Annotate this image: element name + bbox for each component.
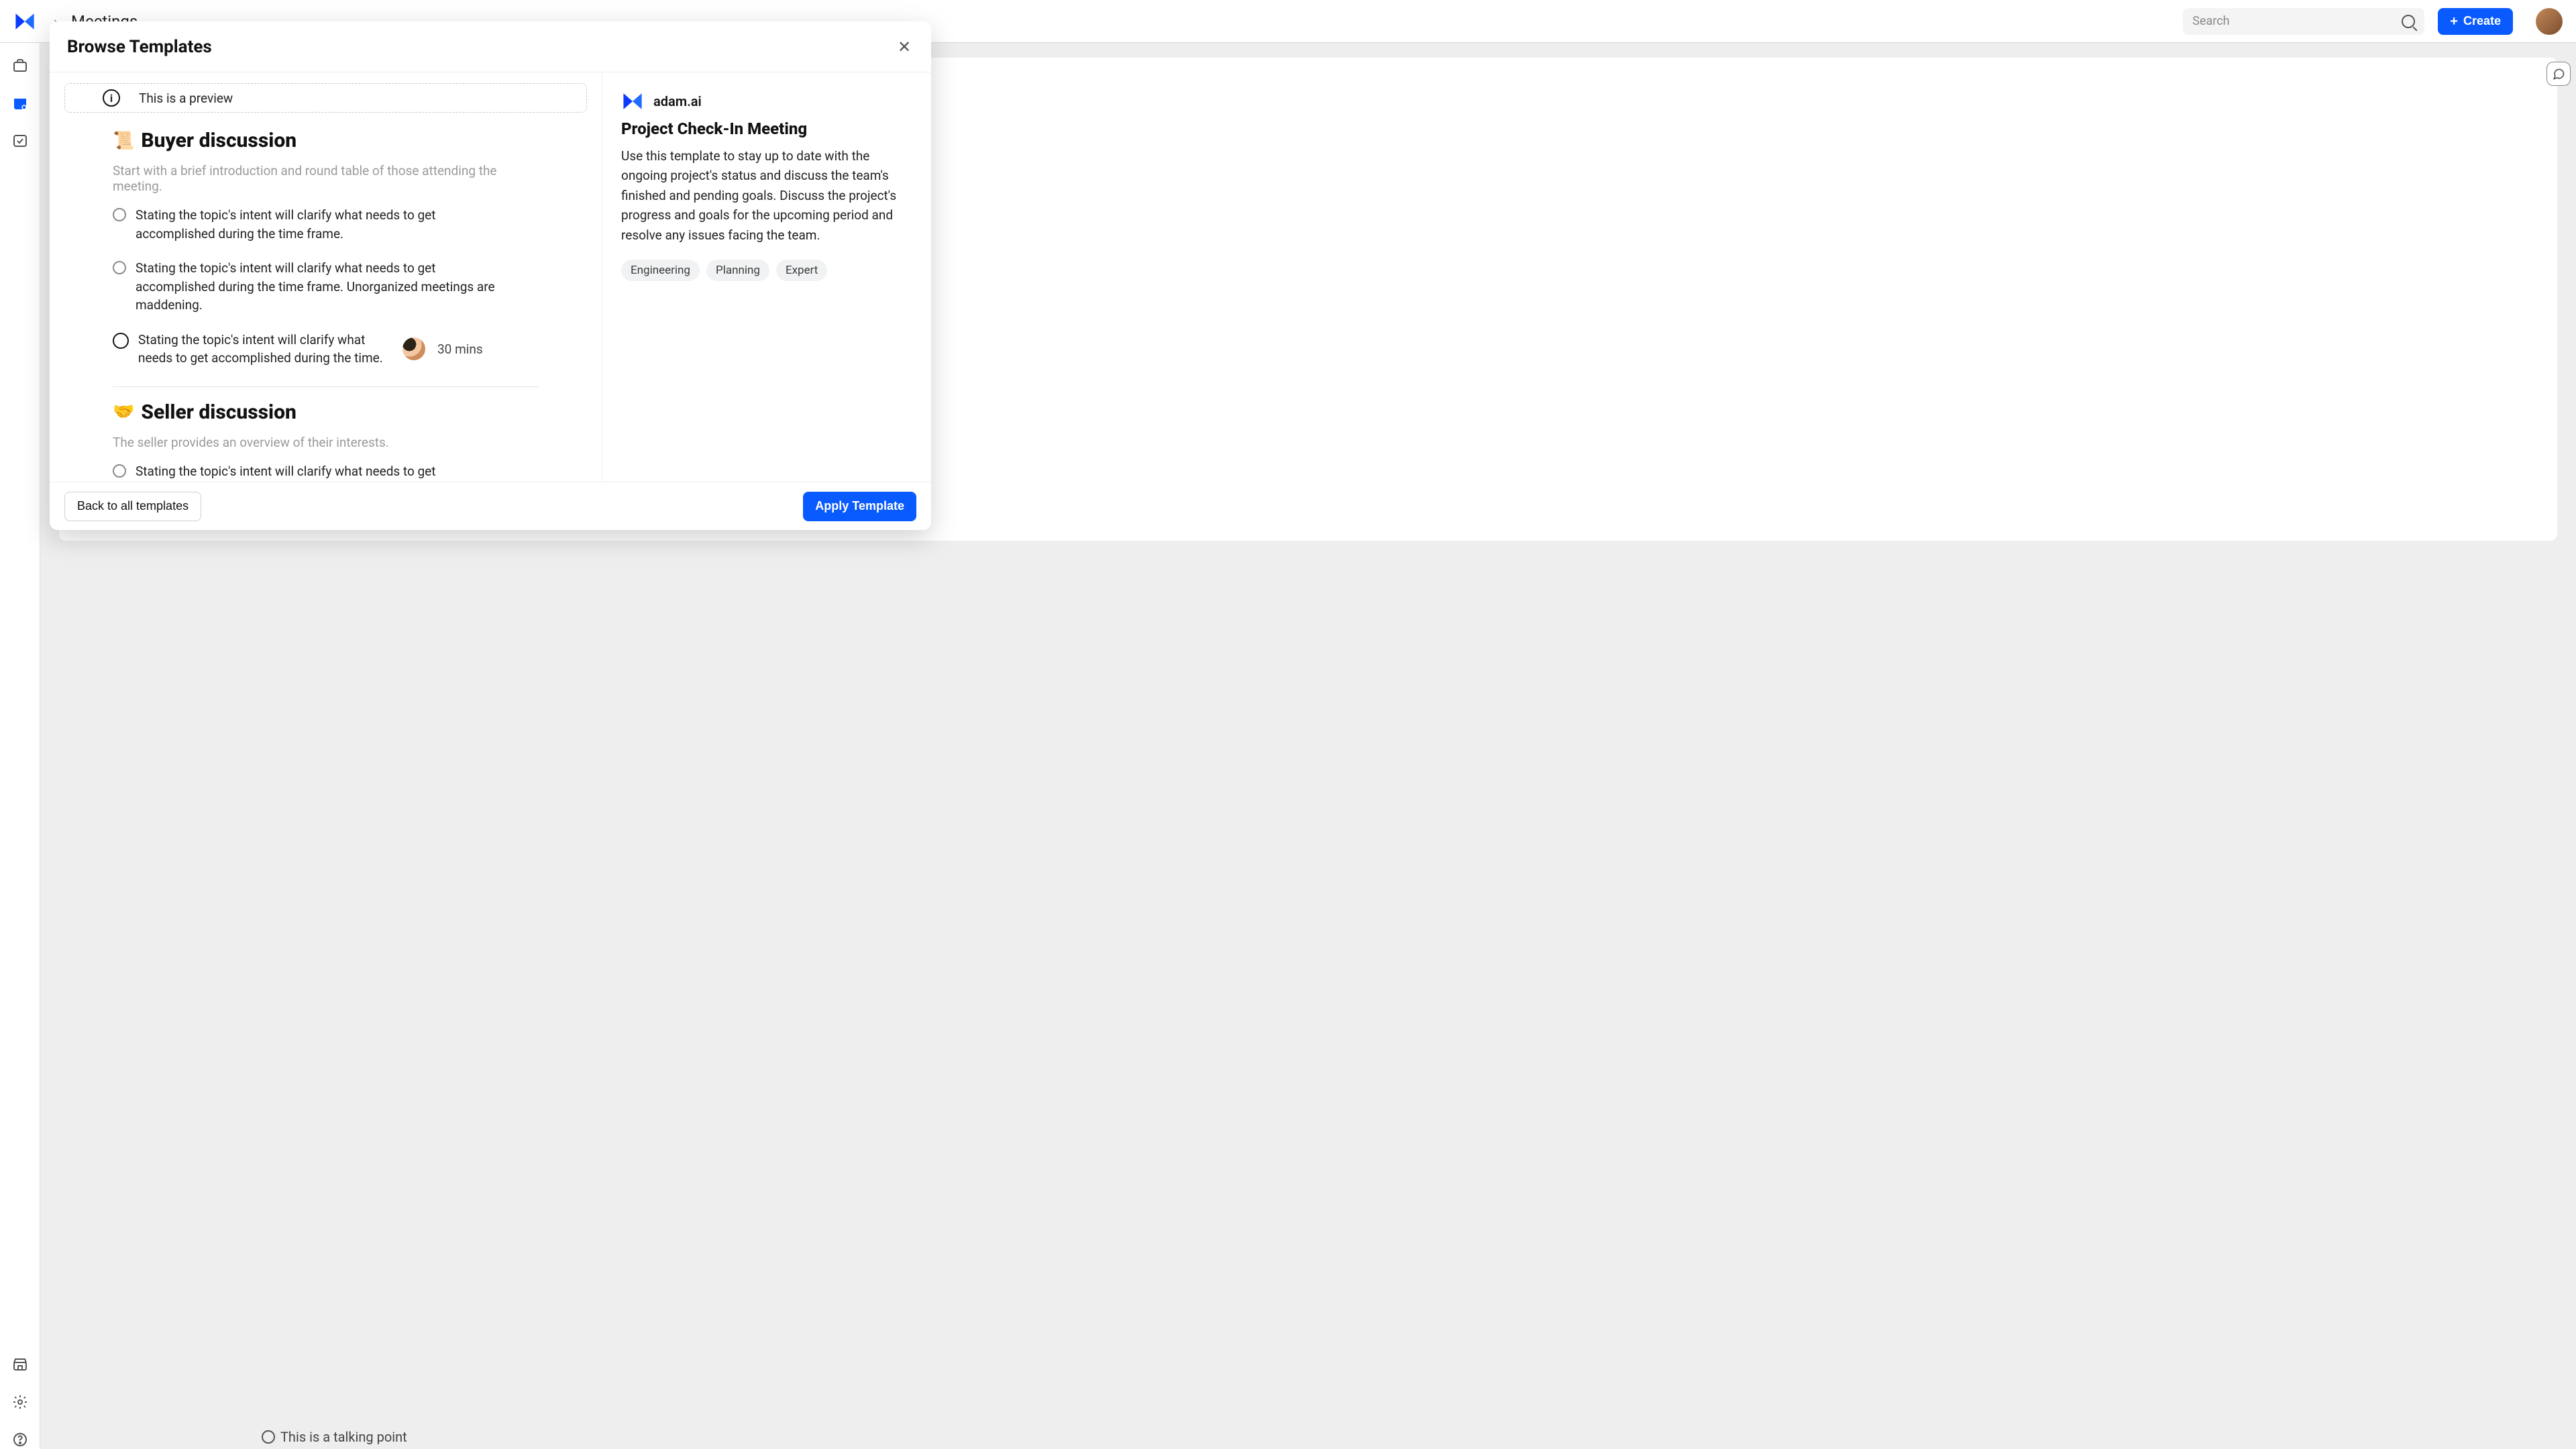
scroll-emoji-icon: 📜 <box>113 131 134 151</box>
tag[interactable]: Planning <box>706 260 769 281</box>
calendar-icon[interactable] <box>11 94 30 113</box>
bullet-duration: 30 mins <box>437 340 483 359</box>
template-preview-pane: i This is a preview 📜 Buyer discussion S… <box>50 72 602 482</box>
preview-banner-text: This is a preview <box>139 91 233 106</box>
plus-icon: + <box>2450 15 2458 28</box>
back-button[interactable]: Back to all templates <box>64 492 201 521</box>
modal-header: Browse Templates ✕ <box>50 21 931 72</box>
template-name: Project Check-In Meeting <box>621 119 912 138</box>
bullet-item: Stating the topic's intent will clarify … <box>113 206 539 243</box>
bullet-item: Stating the topic's intent will clarify … <box>113 331 539 368</box>
bullet-ring-icon <box>113 208 126 221</box>
bullet-text: Stating the topic's intent will clarify … <box>138 331 393 368</box>
left-nav <box>0 43 40 1449</box>
search-placeholder: Search <box>2192 14 2229 28</box>
briefcase-icon[interactable] <box>11 56 30 75</box>
bullet-ring-icon <box>113 333 129 349</box>
search-icon <box>2402 15 2415 28</box>
modal-title: Browse Templates <box>67 37 212 57</box>
template-info-pane: adam.ai Project Check-In Meeting Use thi… <box>602 72 931 482</box>
help-icon[interactable] <box>11 1430 30 1449</box>
info-icon: i <box>103 89 120 107</box>
brand-row: adam.ai <box>621 90 912 113</box>
back-button-label: Back to all templates <box>77 499 189 513</box>
assignee-avatar[interactable] <box>402 337 425 360</box>
bullet-text: Stating the topic's intent will clarify … <box>136 462 511 482</box>
preview-banner: i This is a preview <box>64 83 587 113</box>
template-description: Use this template to stay up to date wit… <box>621 146 912 245</box>
comment-icon[interactable] <box>2546 62 2571 86</box>
handshake-emoji-icon: 🤝 <box>113 402 134 422</box>
bullet-item: Stating the topic's intent will clarify … <box>113 259 539 315</box>
bullet-ring-icon <box>113 464 126 478</box>
apply-template-button[interactable]: Apply Template <box>803 492 916 521</box>
tag[interactable]: Expert <box>776 260 827 281</box>
apply-button-label: Apply Template <box>815 499 904 513</box>
bullet-list: Stating the topic's intent will clarify … <box>113 206 539 368</box>
checklist-icon[interactable] <box>11 131 30 150</box>
section-title: 🤝 Seller discussion <box>113 400 539 424</box>
bullet-text: Stating the topic's intent will clarify … <box>136 206 511 243</box>
tag-list: Engineering Planning Expert <box>621 260 912 281</box>
gear-icon[interactable] <box>11 1393 30 1411</box>
search-input[interactable]: Search <box>2183 8 2424 35</box>
section-title-text: Buyer discussion <box>141 129 297 152</box>
bullet-meta: 30 mins <box>402 331 483 368</box>
bullet-text: Stating the topic's intent will clarify … <box>136 259 511 315</box>
brand-name: adam.ai <box>653 93 702 109</box>
user-avatar[interactable] <box>2536 8 2563 35</box>
bullet-icon <box>262 1430 275 1444</box>
bullet-item: Stating the topic's intent will clarify … <box>113 462 539 482</box>
section-subtitle: Start with a brief introduction and roun… <box>113 163 539 194</box>
brand-logo-icon <box>621 90 644 113</box>
close-icon[interactable]: ✕ <box>895 38 914 56</box>
template-section: 📜 Buyer discussion Start with a brief in… <box>64 113 587 387</box>
browse-templates-modal: Browse Templates ✕ i This is a preview 📜… <box>50 21 931 530</box>
tag[interactable]: Engineering <box>621 260 700 281</box>
app-logo[interactable] <box>13 10 36 33</box>
section-title-text: Seller discussion <box>141 400 297 424</box>
create-button[interactable]: + Create <box>2438 8 2513 35</box>
background-talking-point: This is a talking point <box>262 1429 407 1445</box>
modal-body: i This is a preview 📜 Buyer discussion S… <box>50 72 931 482</box>
section-subtitle: The seller provides an overview of their… <box>113 435 539 450</box>
section-title: 📜 Buyer discussion <box>113 129 539 152</box>
modal-footer: Back to all templates Apply Template <box>50 482 931 530</box>
app-shell: › Meetings Search + Create <box>0 0 2576 1449</box>
store-icon[interactable] <box>11 1355 30 1374</box>
template-section: 🤝 Seller discussion The seller provides … <box>64 387 587 482</box>
create-button-label: Create <box>2463 14 2501 28</box>
background-talking-point-text: This is a talking point <box>280 1429 407 1445</box>
bullet-ring-icon <box>113 261 126 274</box>
bullet-list: Stating the topic's intent will clarify … <box>113 462 539 482</box>
